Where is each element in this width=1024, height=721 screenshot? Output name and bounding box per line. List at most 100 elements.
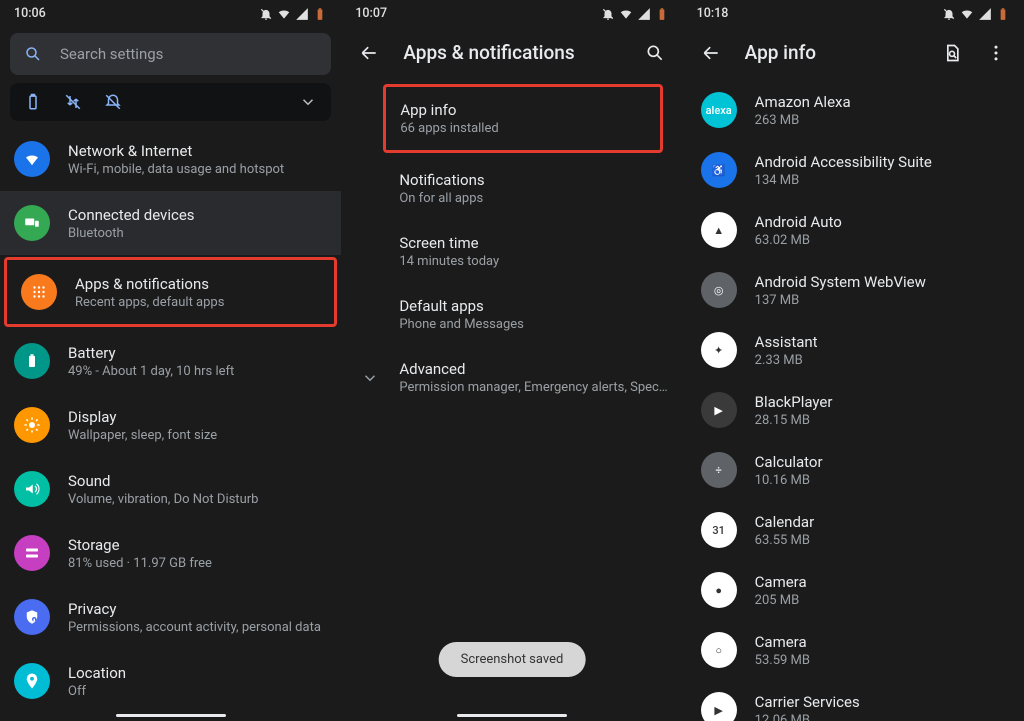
nav-handle[interactable] (457, 714, 567, 717)
app-size: 263 MB (755, 113, 1010, 128)
app-row[interactable]: alexaAmazon Alexa263 MB (683, 80, 1024, 140)
row-sub: Phone and Messages (399, 317, 668, 332)
app-icon: ▶ (701, 392, 737, 428)
dnd-off-icon (104, 93, 122, 111)
app-row[interactable]: ▲ Android Auto 63.02 MB (683, 200, 1024, 260)
setting-battery[interactable]: Battery49% - About 1 day, 10 hrs left (0, 329, 341, 393)
signal-icon (978, 7, 992, 21)
app-name: Calendar (755, 513, 1010, 531)
app-row[interactable]: 31 Calendar 63.55 MB (683, 500, 1024, 560)
app-size: 63.02 MB (755, 233, 1010, 248)
row-title: Storage (68, 536, 327, 554)
setting-apps-notifications[interactable]: Apps & notificationsRecent apps, default… (4, 257, 337, 327)
chevron-down-icon (299, 93, 317, 111)
row-sub: Off (68, 684, 327, 699)
item-app-info[interactable]: App info66 apps installed (383, 84, 662, 153)
row-title: Privacy (68, 600, 327, 618)
devices-icon (14, 205, 50, 241)
app-icon: ▲ (701, 212, 737, 248)
row-title: Connected devices (68, 206, 327, 224)
app-info-screen: 10:18 App info alexaAmazon Alexa263 MB♿A… (683, 0, 1024, 721)
app-size: 134 MB (755, 173, 1010, 188)
back-icon[interactable] (359, 43, 379, 63)
row-title: Location (68, 664, 327, 682)
item-advanced[interactable]: AdvancedPermission manager, Emergency al… (341, 346, 682, 409)
row-sub: Recent apps, default apps (75, 295, 320, 310)
chevron-down-icon (361, 369, 379, 387)
page-title: Apps & notifications (403, 41, 620, 64)
wifi-icon (960, 7, 974, 21)
app-icon: ÷ (701, 452, 737, 488)
search-icon (24, 45, 42, 63)
header: App info (683, 25, 1024, 80)
setting-connected-devices[interactable]: Connected devices Bluetooth (0, 191, 341, 255)
row-sub: On for all apps (399, 191, 668, 206)
wifi-icon (14, 141, 50, 177)
app-row[interactable]: ✦Assistant2.33 MB (683, 320, 1024, 380)
apps-icon (21, 274, 57, 310)
row-title: Display (68, 408, 327, 426)
volume-icon (14, 471, 50, 507)
status-icons (942, 7, 1010, 21)
apps-notifications-screen: 10:07 Apps & notifications App info66 ap… (341, 0, 682, 721)
row-sub: 14 minutes today (399, 254, 668, 269)
clock: 10:18 (697, 6, 729, 21)
setting-storage[interactable]: Storage81% used · 11.97 GB free (0, 521, 341, 585)
row-sub: Permissions, account activity, personal … (68, 620, 327, 635)
status-bar: 10:07 (341, 0, 682, 25)
nav-handle[interactable] (116, 714, 226, 717)
header: Apps & notifications (341, 25, 682, 80)
row-sub: 49% - About 1 day, 10 hrs left (68, 364, 327, 379)
toast-screenshot-saved[interactable]: Screenshot saved (439, 642, 586, 677)
item-notifications[interactable]: Notifications On for all apps (341, 157, 682, 220)
row-sub: Bluetooth (68, 226, 327, 241)
setting-display[interactable]: DisplayWallpaper, sleep, font size (0, 393, 341, 457)
search-settings[interactable]: Search settings (10, 33, 331, 75)
data-off-icon (64, 93, 82, 111)
row-title: Notifications (399, 171, 668, 189)
app-icon: alexa (701, 92, 737, 128)
battery-icon (313, 7, 327, 21)
row-title: Sound (68, 472, 327, 490)
row-sub: Volume, vibration, Do Not Disturb (68, 492, 327, 507)
item-default-apps[interactable]: Default appsPhone and Messages (341, 283, 682, 346)
app-row[interactable]: ●Camera205 MB (683, 560, 1024, 620)
app-name: Camera (755, 573, 1010, 591)
setting-location[interactable]: Location Off (0, 649, 341, 713)
search-icon[interactable] (645, 43, 665, 63)
app-size: 53.59 MB (755, 653, 1010, 668)
app-name: Assistant (755, 333, 1010, 351)
wifi-icon (619, 7, 633, 21)
app-icon: 31 (701, 512, 737, 548)
app-size: 63.55 MB (755, 533, 1010, 548)
app-row[interactable]: ÷ Calculator 10.16 MB (683, 440, 1024, 500)
app-row[interactable]: ▶Carrier Services12.06 MB (683, 680, 1024, 721)
setting-sound[interactable]: Sound Volume, vibration, Do Not Disturb (0, 457, 341, 521)
app-name: Android Auto (755, 213, 1010, 231)
row-title: Screen time (399, 234, 668, 252)
storage-icon (14, 535, 50, 571)
setting-network[interactable]: Network & InternetWi-Fi, mobile, data us… (0, 127, 341, 191)
app-size: 10.16 MB (755, 473, 1010, 488)
item-screen-time[interactable]: Screen time 14 minutes today (341, 220, 682, 283)
apps-list: alexaAmazon Alexa263 MB♿Android Accessib… (683, 80, 1024, 721)
app-row[interactable]: ▶BlackPlayer28.15 MB (683, 380, 1024, 440)
status-icons (259, 7, 327, 21)
app-icon: ✦ (701, 332, 737, 368)
battery-status-icon (24, 93, 42, 111)
app-name: Calculator (755, 453, 1010, 471)
overflow-icon[interactable] (986, 43, 1006, 63)
app-row[interactable]: ♿Android Accessibility Suite134 MB (683, 140, 1024, 200)
signal-icon (637, 7, 651, 21)
back-icon[interactable] (701, 43, 721, 63)
signal-icon (295, 7, 309, 21)
app-row[interactable]: ◎Android System WebView137 MB (683, 260, 1024, 320)
setting-privacy[interactable]: Privacy Permissions, account activity, pe… (0, 585, 341, 649)
app-row[interactable]: ○Camera53.59 MB (683, 620, 1024, 680)
search-file-icon[interactable] (942, 43, 962, 63)
location-icon (14, 663, 50, 699)
quick-status-row[interactable] (10, 83, 331, 121)
bell-off-icon (942, 7, 956, 21)
app-name: Carrier Services (755, 693, 1010, 711)
app-icon: ○ (701, 632, 737, 668)
